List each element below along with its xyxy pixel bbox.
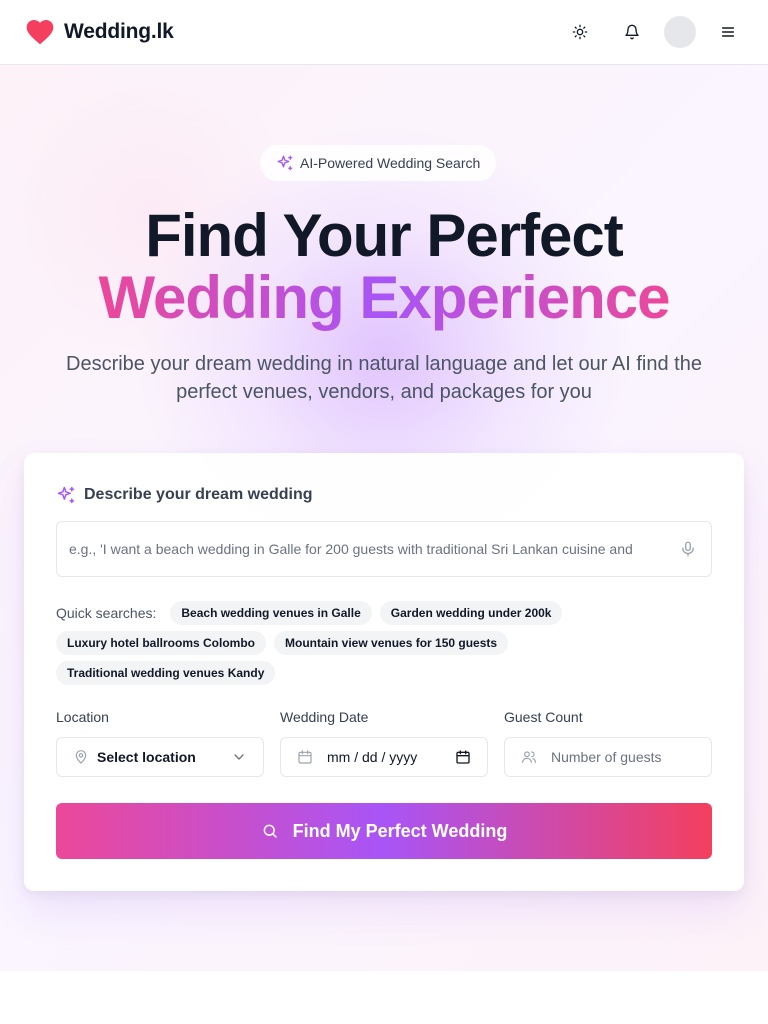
search-icon (263, 824, 277, 838)
hero-title-gradient-text: Wedding Experience (98, 264, 670, 331)
quick-search-chip[interactable]: Mountain view venues for 150 guests (274, 631, 509, 655)
find-wedding-button[interactable]: Find My Perfect Wedding (56, 803, 712, 859)
hero-section: AI-Powered Wedding Search Find Your Perf… (0, 65, 768, 971)
hero-title-line-2: Wedding Experience (0, 265, 768, 331)
quick-search-chip[interactable]: Garden wedding under 200k (379, 601, 563, 625)
ai-badge: AI-Powered Wedding Search (260, 145, 497, 181)
calendar-icon (298, 750, 312, 764)
search-card: Describe your dream wedding e.g., 'I wan… (24, 453, 744, 891)
wedding-date-label: Wedding Date (280, 709, 369, 725)
avatar[interactable] (664, 16, 696, 48)
wedding-date-input[interactable]: mm / dd / yyyy (280, 737, 488, 777)
top-navigation-bar: Wedding.lk (0, 0, 768, 65)
hero-title-line-1: Find Your Perfect (145, 202, 624, 269)
calendar-picker-icon[interactable] (455, 749, 471, 765)
badge-text: AI-Powered Wedding Search (300, 155, 481, 171)
notifications-button[interactable] (616, 16, 648, 48)
guest-count-placeholder: Number of guests (551, 749, 662, 765)
heart-icon (26, 20, 54, 45)
map-pin-icon (75, 750, 87, 764)
quick-search-chip[interactable]: Luxury hotel ballrooms Colombo (56, 631, 267, 655)
quick-searches: Quick searches: Beach wedding venues in … (56, 601, 712, 691)
quick-search-chip[interactable]: Traditional wedding venues Kandy (56, 661, 276, 685)
find-wedding-button-label: Find My Perfect Wedding (292, 820, 508, 841)
quick-search-chip[interactable]: Beach wedding venues in Galle (170, 601, 372, 625)
guest-count-label: Guest Count (504, 709, 583, 725)
theme-toggle-button[interactable] (564, 16, 596, 48)
bell-icon (625, 24, 639, 40)
dream-wedding-placeholder: e.g., 'I want a beach wedding in Galle f… (69, 541, 633, 557)
menu-button[interactable] (712, 16, 744, 48)
brand-name: Wedding.lk (64, 20, 174, 43)
sparkles-icon (57, 486, 75, 504)
search-label: Describe your dream wedding (56, 485, 313, 505)
location-label: Location (56, 709, 109, 725)
dream-wedding-input[interactable]: e.g., 'I want a beach wedding in Galle f… (56, 521, 712, 577)
wedding-date-value: mm / dd / yyyy (327, 749, 418, 765)
sparkles-icon (277, 155, 293, 171)
guest-count-input[interactable]: Number of guests (504, 737, 712, 777)
menu-icon (721, 27, 735, 37)
location-value: Select location (97, 749, 196, 765)
users-icon (522, 751, 536, 763)
quick-searches-label: Quick searches: (56, 605, 157, 621)
search-label-text: Describe your dream wedding (84, 486, 313, 503)
location-select[interactable]: Select location (56, 737, 264, 777)
brand-logo[interactable]: Wedding.lk (24, 16, 174, 48)
guest-count-field: Guest Count Number of guests (504, 709, 712, 777)
wedding-date-field: Wedding Date mm / dd / yyyy (280, 709, 488, 777)
hero-subtitle: Describe your dream wedding in natural l… (66, 353, 702, 403)
microphone-icon[interactable] (679, 540, 697, 558)
location-field: Location Select location (56, 709, 264, 777)
chevron-down-icon (234, 754, 244, 760)
sun-icon (572, 24, 588, 40)
